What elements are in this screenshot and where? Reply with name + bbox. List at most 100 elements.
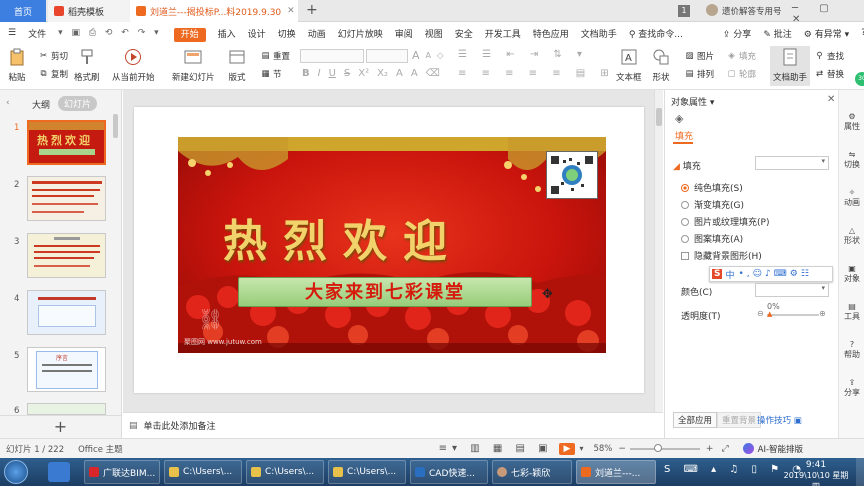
ai-layout-button[interactable]: AI-智能排版 [758,443,803,455]
transparency-slider[interactable] [767,314,819,316]
slide-thumb-5[interactable]: 序言 [27,347,106,392]
panel-close-icon[interactable]: ✕ [827,94,835,105]
font-color-icon[interactable]: A [396,68,403,79]
option-pattern-fill[interactable]: 图案填充(A) [681,232,743,245]
subscript-icon[interactable]: X₂ [377,68,388,79]
radio-gradient[interactable] [681,200,689,209]
dropdown-icon[interactable]: ▾ [579,444,583,453]
fill-section[interactable]: ◢ 填充 [673,159,701,172]
zoom-slider[interactable] [629,443,700,452]
slide-thumb-2[interactable] [27,176,106,221]
rail-transition[interactable]: ⇋ 切换 [839,150,864,170]
rail-object[interactable]: ▣ 对象 [839,264,864,284]
taskbar-item-folder-2[interactable]: C:\Users\... [246,460,324,484]
hamburger-icon[interactable]: ☰ [0,28,22,38]
avatar[interactable] [706,4,718,16]
italic-button[interactable]: I [318,68,321,79]
bold-button[interactable]: B [302,68,310,79]
user-name[interactable]: 遗价解答专用号 [722,5,782,17]
quick-access-icons[interactable]: ▾ ▣ ⎙ ⟲ ↶ ↷ ▾ [52,28,168,38]
zoom-level[interactable]: 58% [593,444,612,454]
paste-button[interactable]: 粘贴 [8,48,26,83]
rail-properties[interactable]: ⚙ 属性 [839,112,864,132]
play-slideshow-button[interactable]: ▶ [558,442,576,455]
tab-close-icon[interactable]: ✕ [287,6,295,16]
highlight-icon[interactable]: A [411,68,418,79]
menu-review[interactable]: 审阅 [389,27,419,40]
fit-window-icon[interactable]: ⤢ [721,444,728,454]
search-command[interactable]: ⚲ 查找命令... [623,27,689,40]
plus-icon[interactable]: ⊕ [819,309,826,318]
ie-icon[interactable] [48,462,70,482]
zoom-slider-thumb[interactable] [653,443,662,452]
clock[interactable]: 9:41 2019\10\10 星期四 [780,460,852,486]
cut-button[interactable]: ✂ 剪切 [38,50,68,62]
transparency-slider-thumb[interactable]: ▲ [767,310,772,318]
tips-link[interactable]: 操作技巧 ▣ [757,414,802,426]
slide-thumb-4[interactable] [27,290,106,335]
hide-bg-checkbox[interactable]: 隐藏背景图形(H) [681,249,762,262]
menu-start[interactable]: 开始 [173,27,206,42]
radio-pattern[interactable] [681,234,689,243]
reset-button[interactable]: ▤ 重置 [260,50,290,62]
menu-share[interactable]: ⇪ 分享 [717,27,757,40]
slide-banner[interactable]: 大家来到七彩课堂 [238,277,532,307]
new-slide-button[interactable]: 新建幻灯片 [172,48,215,83]
font-name-select[interactable] [300,49,364,63]
add-slide-button[interactable]: + [0,415,121,438]
outline-tab[interactable]: 大纲 [32,98,50,111]
section-button[interactable]: ▦ 节 [260,68,281,80]
menu-transition[interactable]: 切换 [272,27,302,40]
hide-bg-box[interactable] [681,251,689,260]
help-icon[interactable]: ? [855,28,864,38]
slide-picture[interactable]: 热烈欢迎 大家来到七彩课堂 聚图网 www.jutuw.com ⛓ [178,137,606,353]
menu-file[interactable]: 文件 [22,27,52,40]
find-button[interactable]: ⚲ 查找 [814,50,844,62]
format-painter-button[interactable]: 格式刷 [74,48,100,83]
fill-button[interactable]: ◈ 填充 [726,50,756,62]
menu-security[interactable]: 安全 [449,27,479,40]
rail-shape[interactable]: △ 形状 [839,226,864,246]
taskbar-item-chat[interactable]: 七彩-颖欣 [492,460,572,484]
rail-tools[interactable]: ▤ 工具 [839,302,864,322]
option-solid-fill[interactable]: 纯色填充(S) [681,181,743,194]
minus-icon[interactable]: ⊖ [757,309,764,318]
taskbar-item-folder-1[interactable]: C:\Users\... [164,460,242,484]
taskbar-item-glodon[interactable]: 广联达BIM... [84,460,160,484]
tab-document[interactable]: 刘道兰---揭投标P...料2019.9.30 ✕ [130,0,298,22]
radio-solid[interactable] [681,183,689,192]
menu-doc-helper[interactable]: 文档助手 [575,27,623,40]
option-picture-fill[interactable]: 图片或纹理填充(P) [681,215,769,228]
slide-thumb-6[interactable] [27,403,106,415]
fill-tab[interactable]: 填充 [675,129,693,142]
slide-thumb-3[interactable] [27,233,106,278]
paragraph-group-bottom[interactable]: ≡ ≡ ≡ ≡ ≡ ▤ ⊞ [458,68,615,79]
panel-collapse-icon[interactable]: ‹ [6,98,10,108]
show-desktop-button[interactable] [856,458,864,486]
shape-button[interactable]: 形状 [652,48,670,83]
apply-all-button[interactable]: 全部应用 [673,412,718,428]
eraser-icon[interactable]: ⌫ [426,68,440,79]
doc-helper-button[interactable]: 文档助手 [770,46,811,86]
textbox-button[interactable]: A 文本框 [616,48,642,83]
slides-tab[interactable]: 幻灯片 [58,96,98,111]
zoom-out-icon[interactable]: − [618,444,626,454]
new-tab-icon[interactable]: + [306,2,318,18]
tab-template[interactable]: 稻壳模板 [48,0,130,22]
panel-scrollbar[interactable] [113,114,118,138]
rail-help[interactable]: ? 帮助 [839,340,864,360]
zoom-in-icon[interactable]: + [706,444,714,454]
rail-animation[interactable]: ✧ 动画 [839,188,864,208]
menu-slideshow[interactable]: 幻灯片放映 [332,27,389,40]
layout-button[interactable]: 版式 [228,48,246,83]
arrange-button[interactable]: ▤ 排列 [684,68,714,80]
underline-button[interactable]: U [329,68,336,79]
fill-type-select[interactable]: ▾ [755,156,829,170]
picture-button[interactable]: ▨ 图片 [684,50,714,62]
menu-design[interactable]: 设计 [242,27,272,40]
canvas-scrollbar[interactable] [654,90,663,412]
canvas-scroll-thumb[interactable] [656,108,662,126]
start-button[interactable] [4,460,28,484]
outline-button[interactable]: ▢ 轮廓 [726,68,756,80]
menu-comment[interactable]: ✎ 批注 [757,27,797,40]
